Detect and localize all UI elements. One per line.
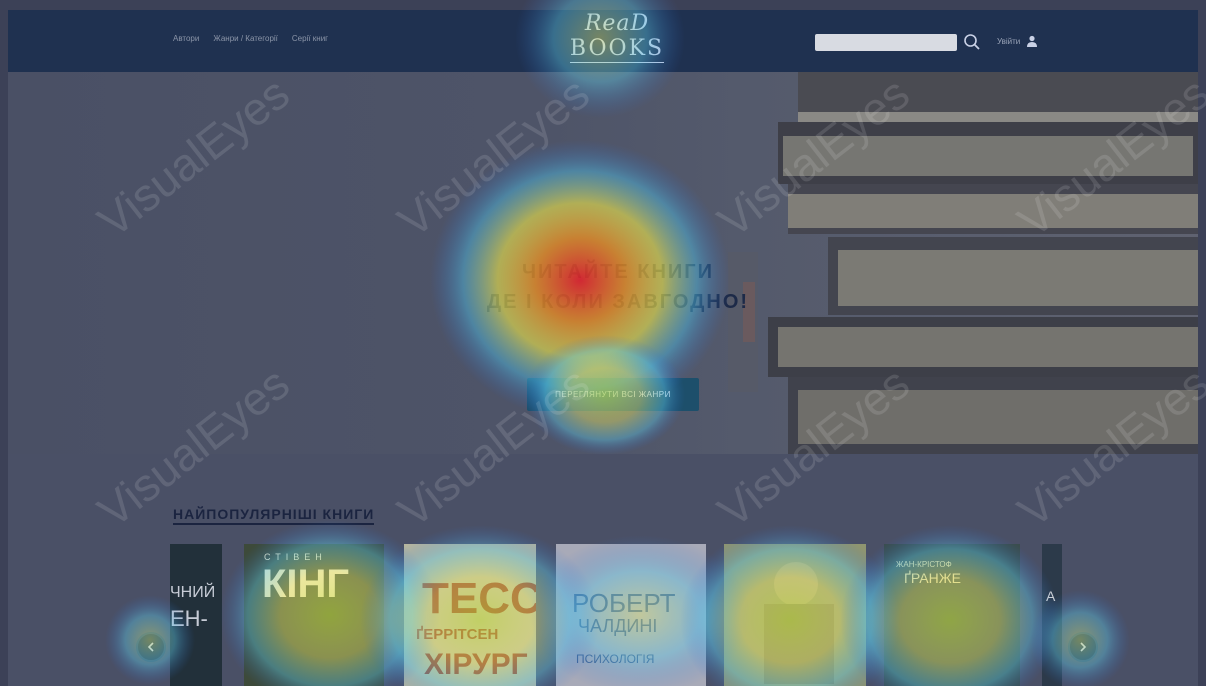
hero-title-line1: ЧИТАЙТЕ КНИГИ	[521, 261, 715, 283]
login-button[interactable]: Увійти	[997, 35, 1038, 47]
book-title: КІНГ	[262, 562, 350, 606]
book-title: ТЕСС	[422, 574, 536, 623]
book-text: ЕН-	[170, 606, 208, 631]
search-input[interactable]	[815, 34, 957, 51]
site-logo[interactable]: ReaD BOOKS	[562, 12, 672, 70]
book-cover[interactable]: ЖАН-КРІСТОФ ҐРАНЖЕ	[884, 544, 1020, 686]
hero-banner: ЧИТАЙТЕ КНИГИ ДЕ І КОЛИ ЗАВГОДНО! ПЕРЕГЛ…	[8, 72, 1198, 454]
book-author: ЖАН-КРІСТОФ	[896, 560, 952, 569]
chevron-right-icon	[1080, 642, 1087, 652]
book-cover[interactable]: СТІВЕН КІНГ	[244, 544, 384, 686]
book-subtitle: ХІРУРГ	[424, 648, 528, 681]
carousel-prev-button[interactable]	[136, 632, 166, 662]
book-author: ҐРАНЖЕ	[904, 570, 961, 586]
book-cover[interactable]: ЧНИЙ ЕН-	[170, 544, 222, 686]
book-cover[interactable]	[724, 544, 866, 686]
logo-line2: BOOKS	[569, 36, 665, 63]
carousel-next-button[interactable]	[1068, 632, 1098, 662]
popular-books-section: НАЙПОПУЛЯРНІШІ КНИГИ ЧНИЙ ЕН- СТІВЕН КІН…	[8, 454, 1198, 686]
book-author: СТІВЕН	[264, 552, 327, 562]
user-icon	[1027, 35, 1038, 47]
book-cover[interactable]: РОБЕРТ ЧАЛДИНІ ПСИХОЛОГІЯ	[556, 544, 706, 686]
popular-books-title: НАЙПОПУЛЯРНІШІ КНИГИ	[173, 506, 375, 525]
hero-title-line2: ДЕ І КОЛИ ЗАВГОДНО!	[486, 291, 750, 313]
nav-series-link[interactable]: Серії книг	[292, 34, 328, 43]
search-icon[interactable]	[962, 32, 982, 52]
chevron-left-icon	[147, 642, 154, 652]
view-all-genres-button[interactable]: ПЕРЕГЛЯНУТИ ВСІ ЖАНРИ	[527, 378, 699, 411]
nav-genres-link[interactable]: Жанри / Категорії	[213, 34, 278, 43]
login-label: Увійти	[997, 36, 1021, 46]
book-title: ПСИХОЛОГІЯ	[576, 652, 655, 666]
book-text: А	[1046, 588, 1056, 604]
book-cover[interactable]: ТЕСС ҐЕРРІТСЕН ХІРУРГ	[404, 544, 536, 686]
main-nav: Автори Жанри / Категорії Серії книг	[173, 34, 328, 43]
book-author: ҐЕРРІТСЕН	[416, 626, 499, 643]
logo-line1: ReaD	[584, 11, 650, 36]
page: Автори Жанри / Категорії Серії книг ReaD…	[8, 10, 1198, 686]
book-illustration	[764, 562, 834, 684]
site-header: Автори Жанри / Категорії Серії книг ReaD…	[8, 10, 1198, 72]
book-author: ЧАЛДИНІ	[578, 616, 658, 636]
book-cover[interactable]: А	[1042, 544, 1062, 686]
nav-authors-link[interactable]: Автори	[173, 34, 199, 43]
book-author: РОБЕРТ	[572, 588, 676, 618]
book-text: ЧНИЙ	[170, 584, 216, 601]
hero-title: ЧИТАЙТЕ КНИГИ ДЕ І КОЛИ ЗАВГОДНО!	[468, 257, 768, 317]
